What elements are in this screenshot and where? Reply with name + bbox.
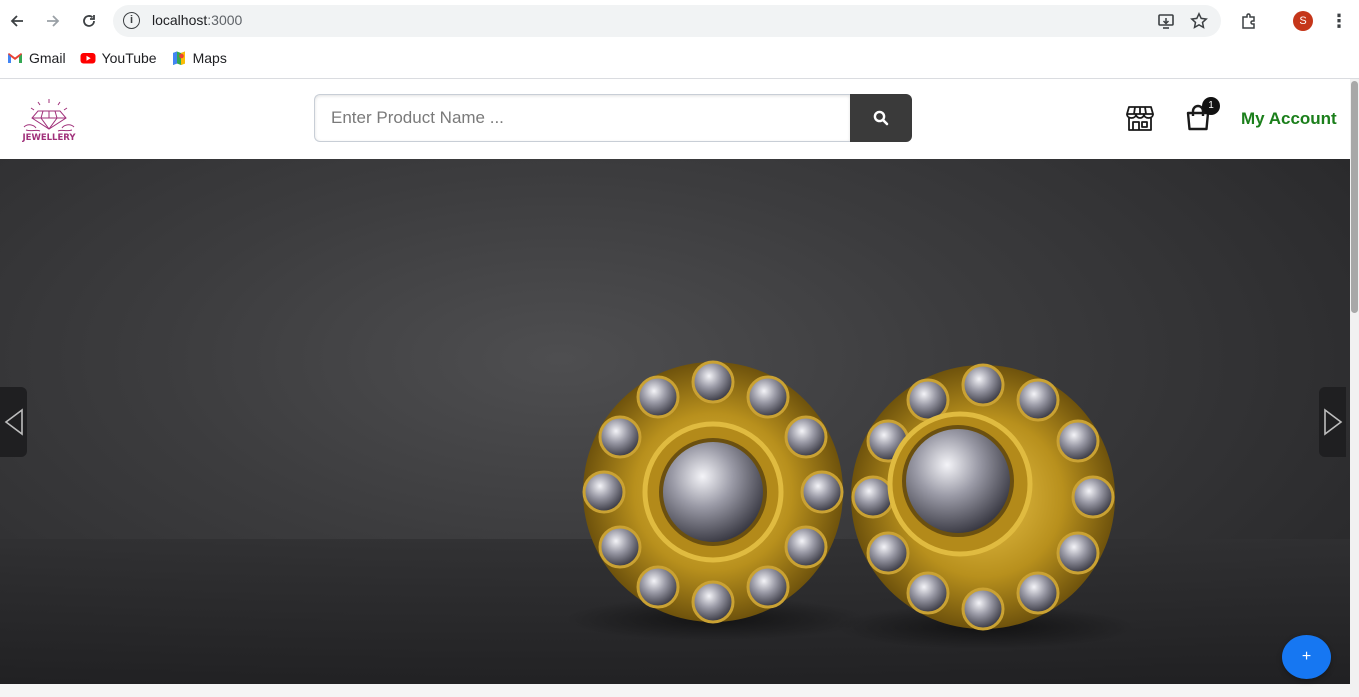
youtube-icon bbox=[80, 53, 96, 64]
forward-button[interactable] bbox=[40, 8, 66, 34]
search-button[interactable] bbox=[850, 94, 912, 142]
hero-carousel bbox=[0, 159, 1350, 684]
gmail-icon bbox=[8, 53, 22, 63]
carousel-next-button[interactable] bbox=[1319, 387, 1346, 457]
triangle-right-icon bbox=[1323, 408, 1342, 436]
install-app-icon[interactable] bbox=[1156, 11, 1176, 31]
product-search bbox=[314, 94, 912, 142]
profile-avatar[interactable]: S bbox=[1293, 11, 1313, 31]
triangle-left-icon bbox=[4, 408, 23, 436]
scrollbar-thumb[interactable] bbox=[1351, 81, 1358, 313]
bookmarks-bar: Gmail YouTube Maps bbox=[0, 44, 241, 72]
browser-menu-icon[interactable]: ⋮ bbox=[1330, 8, 1348, 34]
earrings-image bbox=[565, 360, 1135, 649]
jewellery-logo[interactable]: JEWELLERY bbox=[16, 97, 82, 143]
bookmark-gmail[interactable]: Gmail bbox=[7, 50, 66, 66]
product-search-input[interactable] bbox=[314, 94, 850, 142]
reload-icon bbox=[83, 15, 95, 27]
reload-button[interactable] bbox=[76, 8, 102, 34]
cart-count-badge: 1 bbox=[1202, 97, 1220, 115]
address-bar[interactable]: i localhost:3000 bbox=[113, 5, 1221, 37]
store-icon[interactable] bbox=[1125, 103, 1155, 133]
floating-add-button[interactable]: + bbox=[1282, 635, 1331, 679]
carousel-prev-button[interactable] bbox=[0, 387, 27, 457]
page-content-below bbox=[0, 684, 1350, 697]
page-scrollbar[interactable] bbox=[1350, 79, 1359, 697]
back-button[interactable] bbox=[4, 8, 30, 34]
svg-text:JEWELLERY: JEWELLERY bbox=[21, 133, 76, 143]
maps-icon bbox=[172, 51, 185, 65]
site-header: JEWELLERY 1 My Account bbox=[0, 79, 1350, 159]
url-text: localhost:3000 bbox=[152, 12, 243, 28]
forward-arrow-icon bbox=[47, 15, 60, 27]
site-info-icon[interactable]: i bbox=[123, 12, 140, 29]
browser-chrome: i localhost:3000 S ⋮ Gmail YouTube Maps bbox=[0, 0, 1359, 79]
bookmark-maps[interactable]: Maps bbox=[171, 50, 227, 66]
back-arrow-icon bbox=[10, 15, 23, 27]
bookmark-star-icon[interactable] bbox=[1189, 11, 1209, 31]
bookmark-youtube[interactable]: YouTube bbox=[80, 50, 157, 66]
my-account-link[interactable]: My Account bbox=[1241, 109, 1337, 129]
extensions-icon[interactable] bbox=[1239, 11, 1259, 31]
search-icon bbox=[873, 110, 889, 126]
